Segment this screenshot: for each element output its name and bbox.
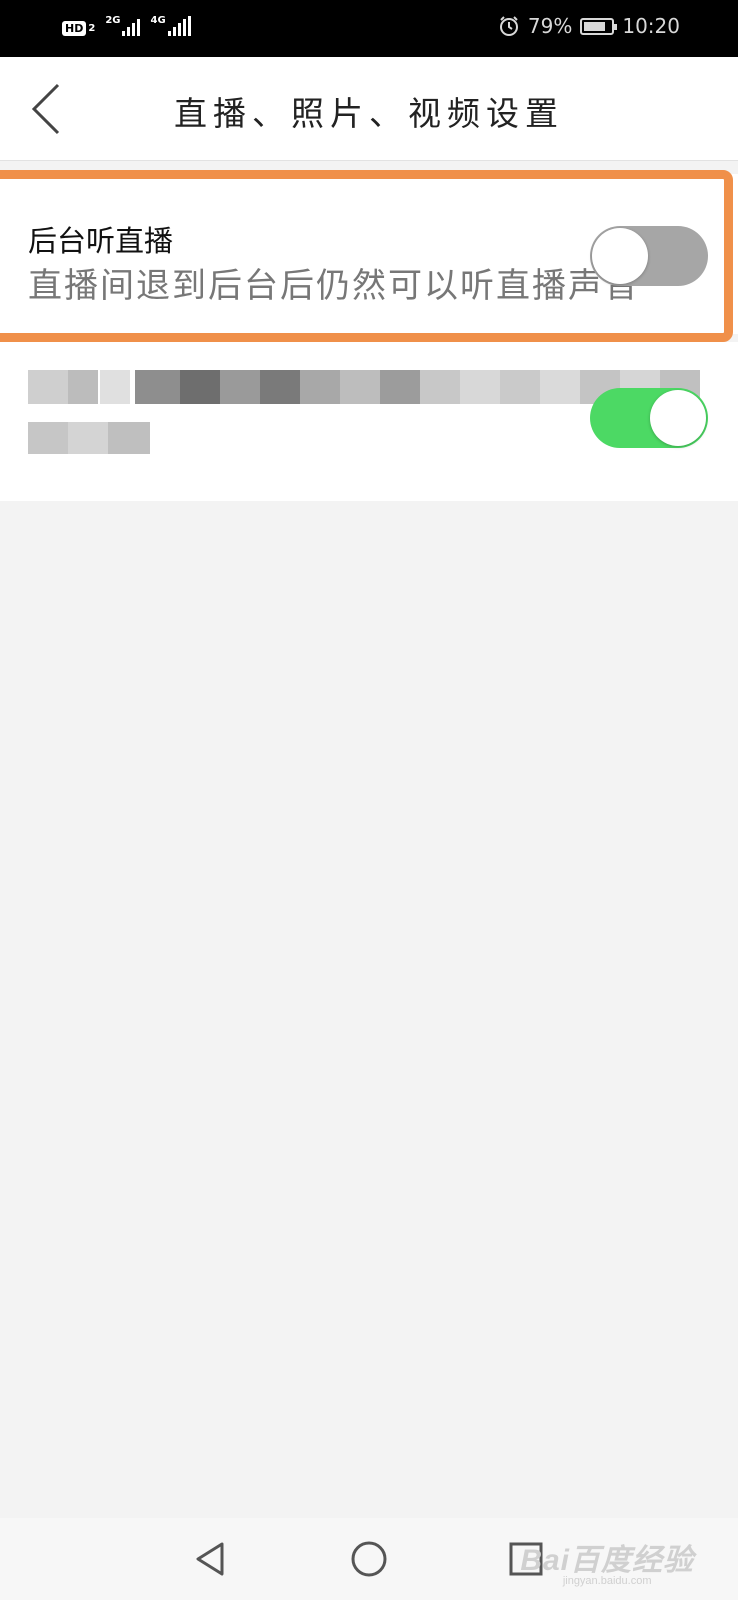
circle-home-icon[interactable]	[348, 1538, 390, 1580]
auto-save-toggle[interactable]	[590, 388, 708, 448]
setting-row-background-live: 后台听直播 直播间退到后台后仍然可以听直播声音	[0, 174, 738, 334]
status-right-group: 79% 10:20	[498, 14, 680, 38]
signal-bars	[122, 16, 141, 36]
signal-4g-icon: 4G	[150, 15, 191, 36]
status-bar: HD 2 2G 4G 79% 10:20	[0, 0, 738, 57]
app-header: 直播、照片、视频设置	[0, 57, 738, 161]
sim-slot-label: 2	[88, 23, 96, 34]
watermark: Bai百度经验 jingyan.baidu.com	[520, 1535, 694, 1587]
status-left-group: HD 2 2G 4G	[62, 16, 191, 36]
hd-voice-icon: HD 2	[62, 21, 95, 36]
battery-percent: 79%	[527, 14, 573, 38]
page-title: 直播、照片、视频设置	[174, 94, 564, 133]
battery-level-fill	[584, 21, 606, 31]
signal-bars	[167, 16, 191, 36]
signal-2g-icon: 2G	[105, 15, 141, 36]
triangle-back-icon[interactable]	[190, 1538, 232, 1580]
clock-time: 10:20	[622, 14, 680, 38]
background-live-toggle[interactable]	[590, 226, 708, 286]
network-type-label: 2G	[105, 15, 121, 26]
watermark-brand: Bai百度经验	[520, 1544, 694, 1577]
setting-title: 后台听直播	[28, 224, 174, 258]
hd-label: HD	[62, 21, 87, 36]
battery-icon	[580, 17, 618, 35]
toggle-knob	[650, 390, 706, 446]
toggle-knob	[592, 228, 648, 284]
network-type-label: 4G	[150, 15, 166, 26]
setting-row-obscured	[0, 342, 738, 501]
setting-description: 直播间退到后台后仍然可以听直播声音	[28, 266, 640, 306]
alarm-clock-icon	[499, 16, 518, 36]
